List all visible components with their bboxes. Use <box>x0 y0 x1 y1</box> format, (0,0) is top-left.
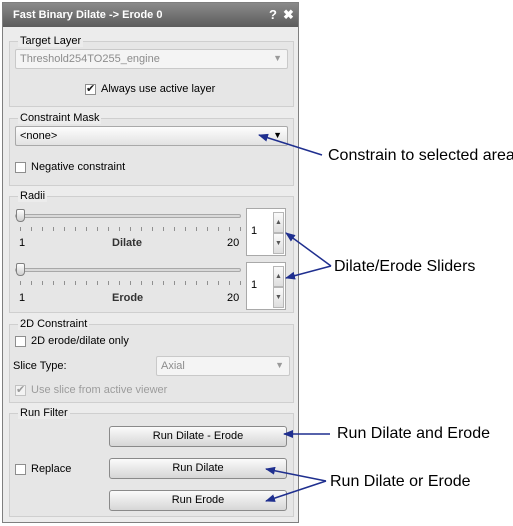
annotation-sliders: Dilate/Erode Sliders <box>334 258 476 275</box>
sliders-arrow-dilate <box>285 232 332 267</box>
annotation-run-either: Run Dilate or Erode <box>330 473 471 490</box>
constrain-arrow <box>258 133 323 156</box>
annotation-run-both: Run Dilate and Erode <box>337 425 490 442</box>
sliders-arrow-erode <box>285 265 332 280</box>
run-erode-arrow <box>265 480 327 502</box>
run-dilate-arrow <box>265 466 327 482</box>
annotation-constrain: Constrain to selected area <box>328 147 513 164</box>
